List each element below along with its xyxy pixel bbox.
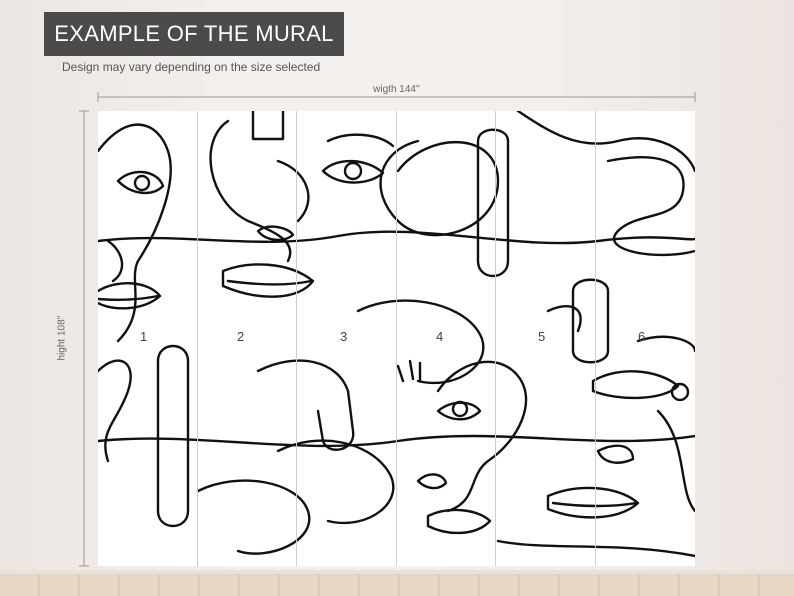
panel-number-5: 5 — [538, 329, 546, 344]
width-label: wigth 144'' — [373, 84, 420, 95]
panel-number-2: 2 — [237, 329, 245, 344]
panel-number-6: 6 — [638, 329, 646, 344]
panel-seam — [495, 111, 496, 566]
panel-seam — [595, 111, 596, 566]
panel-seam — [296, 111, 297, 566]
panel-number-3: 3 — [340, 329, 348, 344]
height-label: hight 108'' — [56, 315, 68, 361]
panel-number-1: 1 — [140, 329, 148, 344]
mural-preview: 1 2 3 4 5 6 — [98, 111, 695, 566]
panel-seam — [197, 111, 198, 566]
panel-seam — [396, 111, 397, 566]
panel-number-4: 4 — [436, 329, 444, 344]
